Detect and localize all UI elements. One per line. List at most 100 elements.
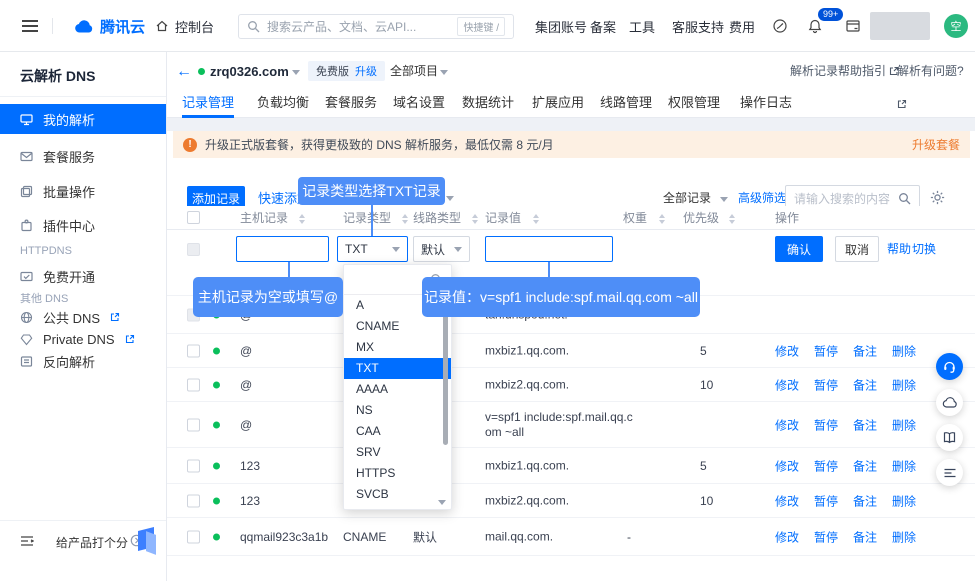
sidebar-item-my-dns[interactable]: 我的解析 [0, 104, 166, 134]
project-filter[interactable]: 全部项目 [390, 55, 438, 88]
global-search-box[interactable]: 搜索云产品、文档、云API... 快捷键 / [238, 14, 514, 39]
dropdown-option-srv[interactable]: SRV [344, 442, 451, 463]
dropdown-scroll-down-caret[interactable] [438, 500, 446, 505]
dropdown-option-caa[interactable]: CAA [344, 421, 451, 442]
modify-link[interactable]: 修改 [775, 376, 799, 393]
tab-operation-log[interactable]: 操作日志 [740, 88, 792, 118]
pause-link[interactable]: 暂停 [814, 342, 838, 359]
modify-link[interactable]: 修改 [775, 528, 799, 545]
pause-link[interactable]: 暂停 [814, 492, 838, 509]
remark-link[interactable]: 备注 [853, 528, 877, 545]
dropdown-option-mx[interactable]: MX [344, 337, 451, 358]
tab-plan-service[interactable]: 套餐服务 [325, 88, 377, 118]
upgrade-link[interactable]: 升级 [355, 63, 377, 79]
record-value-input[interactable] [485, 236, 613, 262]
sidebar-item-batch-ops[interactable]: 批量操作 [0, 176, 166, 206]
sidebar-item-plugin-center[interactable]: 插件中心 [0, 210, 166, 240]
switch-link[interactable]: 切换 [912, 236, 936, 262]
menu-tools[interactable]: 工具 [629, 0, 655, 52]
assistant-icon[interactable] [772, 18, 788, 34]
cloud-assistant-button[interactable] [936, 389, 963, 416]
sidebar-item-free-activation[interactable]: 免费开通 [0, 261, 166, 291]
line-type-select[interactable]: 默认 [413, 236, 470, 262]
avatar[interactable]: 空 [944, 14, 968, 38]
sort-weight[interactable] [659, 214, 665, 224]
sidebar-item-reverse-dns[interactable]: 反向解析 [0, 346, 166, 376]
row-checkbox[interactable] [187, 459, 200, 472]
dropdown-option-https[interactable]: HTTPS [344, 463, 451, 484]
delete-link[interactable]: 删除 [892, 416, 916, 433]
dropdown-option-txt[interactable]: TXT [344, 358, 451, 379]
sort-type[interactable] [402, 214, 408, 224]
dropdown-scrollbar[interactable] [443, 305, 448, 445]
dropdown-option-svcb[interactable]: SVCB [344, 484, 451, 505]
help-issue-link[interactable]: 解析有问题? [897, 55, 975, 88]
delete-link[interactable]: 删除 [892, 457, 916, 474]
record-type-select[interactable]: TXT [337, 236, 408, 262]
ticket-button[interactable] [936, 459, 963, 486]
collapse-sidebar-icon[interactable] [20, 535, 34, 547]
modify-link[interactable]: 修改 [775, 416, 799, 433]
pause-link[interactable]: 暂停 [814, 528, 838, 545]
dropdown-option-ns[interactable]: NS [344, 400, 451, 421]
rate-product-link[interactable]: 给产品打个分 [56, 534, 128, 551]
pause-link[interactable]: 暂停 [814, 376, 838, 393]
column-settings-gear-icon[interactable] [930, 190, 945, 205]
select-all-checkbox[interactable] [187, 211, 200, 224]
tab-statistics[interactable]: 数据统计 [462, 88, 514, 118]
modify-link[interactable]: 修改 [775, 457, 799, 474]
remark-link[interactable]: 备注 [853, 416, 877, 433]
help-guide-link[interactable]: 解析记录帮助指引 [790, 55, 899, 88]
host-record-input[interactable] [236, 236, 329, 262]
modify-link[interactable]: 修改 [775, 492, 799, 509]
tab-permissions[interactable]: 权限管理 [668, 88, 720, 118]
console-panel-icon[interactable] [845, 18, 861, 34]
row-checkbox[interactable] [187, 378, 200, 391]
remark-link[interactable]: 备注 [853, 342, 877, 359]
menu-group-account[interactable]: 集团账号 [535, 0, 587, 52]
domain-name[interactable]: zrq0326.com [210, 55, 289, 88]
pause-link[interactable]: 暂停 [814, 416, 838, 433]
customer-service-button[interactable] [936, 353, 963, 380]
pause-link[interactable]: 暂停 [814, 457, 838, 474]
upgrade-plan-link[interactable]: 升级套餐 [912, 136, 960, 153]
tencent-cloud-logo[interactable]: 腾讯云 [74, 0, 145, 52]
delete-link[interactable]: 删除 [892, 376, 916, 393]
tab-extensions[interactable]: 扩展应用 [532, 88, 584, 118]
tab-record-management[interactable]: 记录管理 [182, 88, 234, 118]
confirm-button[interactable]: 确认 [775, 236, 823, 262]
sidebar-item-plans[interactable]: 套餐服务 [0, 141, 166, 171]
row-checkbox[interactable] [187, 418, 200, 431]
menu-icp-filing[interactable]: 备案 [590, 0, 616, 52]
row-checkbox[interactable] [187, 494, 200, 507]
row-checkbox[interactable] [187, 344, 200, 357]
delete-link[interactable]: 删除 [892, 492, 916, 509]
hamburger-menu-icon[interactable] [22, 20, 38, 32]
sort-line[interactable] [472, 214, 478, 224]
sort-priority[interactable] [729, 214, 735, 224]
dropdown-option-aaaa[interactable]: AAAA [344, 379, 451, 400]
sort-host[interactable] [299, 214, 305, 224]
remark-link[interactable]: 备注 [853, 457, 877, 474]
project-caret[interactable] [440, 70, 448, 75]
docs-button[interactable] [936, 424, 963, 451]
back-button[interactable]: ← [176, 55, 192, 88]
cancel-button[interactable]: 取消 [835, 236, 879, 262]
delete-link[interactable]: 删除 [892, 342, 916, 359]
sort-value[interactable] [533, 214, 539, 224]
tab-domain-settings[interactable]: 域名设置 [393, 88, 445, 118]
dropdown-option-cname[interactable]: CNAME [344, 316, 451, 337]
tab-line-management[interactable]: 线路管理 [600, 88, 652, 118]
notification-bell-icon[interactable] [807, 18, 823, 34]
remark-link[interactable]: 备注 [853, 376, 877, 393]
tab-load-balancing[interactable]: 负载均衡 [257, 88, 309, 118]
row-checkbox[interactable] [187, 530, 200, 543]
menu-billing[interactable]: 费用 [729, 0, 755, 52]
remark-link[interactable]: 备注 [853, 492, 877, 509]
domain-dropdown-caret[interactable] [292, 70, 300, 75]
console-link[interactable]: 控制台 [155, 0, 214, 52]
delete-link[interactable]: 删除 [892, 528, 916, 545]
modify-link[interactable]: 修改 [775, 342, 799, 359]
menu-support[interactable]: 客服支持 [672, 0, 724, 52]
help-link[interactable]: 帮助 [887, 236, 911, 262]
